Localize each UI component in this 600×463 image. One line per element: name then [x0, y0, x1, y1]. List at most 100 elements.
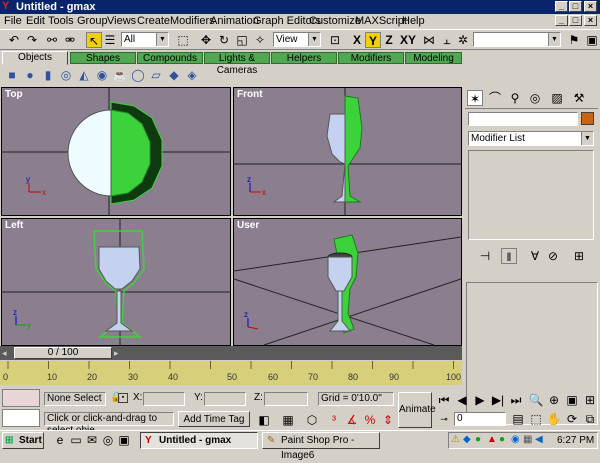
menu-modifiers[interactable]: Modifiers [170, 14, 215, 29]
menu-group[interactable]: Group [77, 14, 108, 29]
torus-icon[interactable]: ◎ [58, 67, 74, 83]
configure-sets-icon[interactable]: ⊞ [571, 248, 587, 264]
prev-frame-icon[interactable]: ◂ [2, 348, 12, 358]
zoom-all-icon[interactable]: ⊕ [546, 392, 562, 408]
viewport-top[interactable]: Top x y [1, 87, 231, 216]
go-to-start-icon[interactable]: ⏮ [436, 392, 452, 408]
doc-restore-button[interactable]: □ [569, 15, 582, 26]
teapot-icon[interactable]: ☕ [112, 67, 128, 83]
move-icon[interactable]: ✥ [198, 32, 214, 48]
make-unique-icon[interactable]: ∀ [527, 248, 543, 264]
scale-icon[interactable]: ◱ [234, 32, 250, 48]
task-gmax[interactable]: Y Untitled - gmax [140, 432, 258, 449]
quicklaunch-outlook-icon[interactable]: ✉ [84, 432, 100, 448]
utilities-panel-icon[interactable]: ⚒ [571, 90, 587, 106]
add-time-tag-button[interactable]: Add Time Tag [178, 411, 250, 427]
axis-x-button[interactable]: X [349, 32, 365, 48]
time-slider-thumb[interactable]: 0 / 100 [14, 347, 112, 359]
maxscript-listener-pink[interactable] [2, 389, 40, 407]
menu-create[interactable]: Create [137, 14, 170, 29]
pan-icon[interactable]: ✋ [546, 411, 562, 427]
remove-modifier-icon[interactable]: ⊘ [545, 248, 561, 264]
tab-shapes[interactable]: Shapes [70, 52, 136, 64]
render-scene-icon[interactable]: ▣ [584, 32, 600, 48]
zoom-icon[interactable]: 🔍 [528, 392, 544, 408]
create-panel-icon[interactable]: ✶ [467, 90, 483, 106]
task-paint-shop-pro[interactable]: ✎ Paint Shop Pro - Image6 [262, 432, 380, 461]
doc-close-button[interactable]: × [584, 15, 597, 26]
crossing-select-icon[interactable]: ▦ [280, 412, 296, 428]
named-selection-dropdown[interactable]: ▼ [473, 32, 561, 47]
close-button[interactable]: × [584, 1, 597, 12]
viewport-left[interactable]: Left y z [1, 218, 231, 346]
track-bar[interactable]: 0 10 20 30 40 50 60 70 80 90 100 [0, 361, 462, 385]
region-zoom-icon[interactable]: ⬚ [528, 411, 544, 427]
prism-icon[interactable]: ◈ [184, 67, 200, 83]
pivot-icon[interactable]: ⊡ [327, 32, 343, 48]
geosphere-icon[interactable]: ◉ [94, 67, 110, 83]
window-title-bar[interactable]: Y Untitled - gmax _ □ × [0, 0, 600, 14]
play-icon[interactable]: ▶ [472, 392, 488, 408]
maxscript-listener-white[interactable] [2, 409, 40, 427]
render-icon[interactable]: ⚑ [566, 32, 582, 48]
redo-icon[interactable]: ↷ [24, 32, 40, 48]
quicklaunch-media-icon[interactable]: ◎ [100, 432, 116, 448]
menu-help[interactable]: Help [402, 14, 425, 29]
quicklaunch-app-icon[interactable]: ▣ [116, 432, 132, 448]
menu-views[interactable]: Views [107, 14, 136, 29]
degradation-icon[interactable]: ⬡ [304, 412, 320, 428]
hierarchy-panel-icon[interactable]: ⚲ [507, 90, 523, 106]
start-button[interactable]: ⊞ Start [2, 432, 44, 449]
doc-minimize-button[interactable]: _ [555, 15, 568, 26]
viewport-front[interactable]: Front x z [233, 87, 462, 216]
select-by-name-icon[interactable]: ☰ [102, 32, 118, 48]
show-end-result-icon[interactable]: ‖ [501, 248, 517, 264]
tray-icon-6[interactable]: ◉ [511, 434, 520, 445]
go-to-end-icon[interactable]: ⏭ [508, 392, 524, 408]
tray-icon-5[interactable]: ● [499, 434, 505, 445]
object-name-field[interactable] [468, 112, 578, 126]
axis-z-button[interactable]: Z [381, 32, 397, 48]
quicklaunch-ie-icon[interactable]: e [52, 432, 68, 448]
menu-edit[interactable]: Edit [26, 14, 45, 29]
y-coord-field[interactable] [204, 392, 246, 406]
animate-button[interactable]: Animate [398, 392, 436, 428]
tab-compounds[interactable]: Compounds [137, 52, 203, 64]
plane-icon[interactable]: ▱ [148, 67, 164, 83]
next-key-icon[interactable]: ▶| [490, 392, 506, 408]
pyramid-icon[interactable]: ◆ [166, 67, 182, 83]
time-config-icon[interactable]: ▤ [510, 411, 526, 427]
pin-stack-icon[interactable]: ⊣ [477, 248, 493, 264]
display-panel-icon[interactable]: ▨ [549, 90, 565, 106]
zoom-extents-all-icon[interactable]: ⊞ [582, 392, 598, 408]
tab-modeling[interactable]: Modeling [405, 52, 462, 64]
volume-icon[interactable]: ◀ [535, 434, 543, 445]
region-select-icon[interactable]: ⬚ [175, 32, 191, 48]
minimize-button[interactable]: _ [555, 1, 568, 12]
percent-snap-icon[interactable]: % [362, 412, 378, 428]
maximize-viewport-icon[interactable]: ⧉ [582, 411, 598, 427]
motion-panel-icon[interactable]: ◎ [527, 90, 543, 106]
z-coord-field[interactable] [264, 392, 308, 406]
modify-panel-icon[interactable]: ⌒ [487, 90, 503, 106]
tab-helpers[interactable]: Helpers [271, 52, 337, 64]
material-icon[interactable]: ✲ [455, 32, 471, 48]
snap-icon[interactable]: ✧ [252, 32, 268, 48]
box-icon[interactable]: ■ [4, 67, 20, 83]
undo-icon[interactable]: ↶ [6, 32, 22, 48]
sphere-icon[interactable]: ● [22, 67, 38, 83]
cylinder-icon[interactable]: ▮ [40, 67, 56, 83]
viewport-nav-icon[interactable]: ◧ [256, 412, 272, 428]
absolute-mode-icon[interactable]: ▪ [118, 393, 128, 403]
current-frame-field[interactable]: 0 [454, 412, 506, 426]
tray-icon-4[interactable]: ▲ [487, 434, 497, 445]
tab-modifiers[interactable]: Modifiers [338, 52, 404, 64]
menu-file[interactable]: File [4, 14, 22, 29]
tab-objects[interactable]: Objects [2, 51, 68, 65]
arc-rotate-icon[interactable]: ⟳ [564, 411, 580, 427]
select-link-icon[interactable]: ⚯ [44, 32, 60, 48]
x-coord-field[interactable] [143, 392, 185, 406]
object-color-swatch[interactable] [581, 112, 594, 125]
time-slider[interactable]: ◂ 0 / 100 ▸ [0, 346, 462, 360]
tray-icon-1[interactable]: ⚠ [451, 434, 460, 445]
